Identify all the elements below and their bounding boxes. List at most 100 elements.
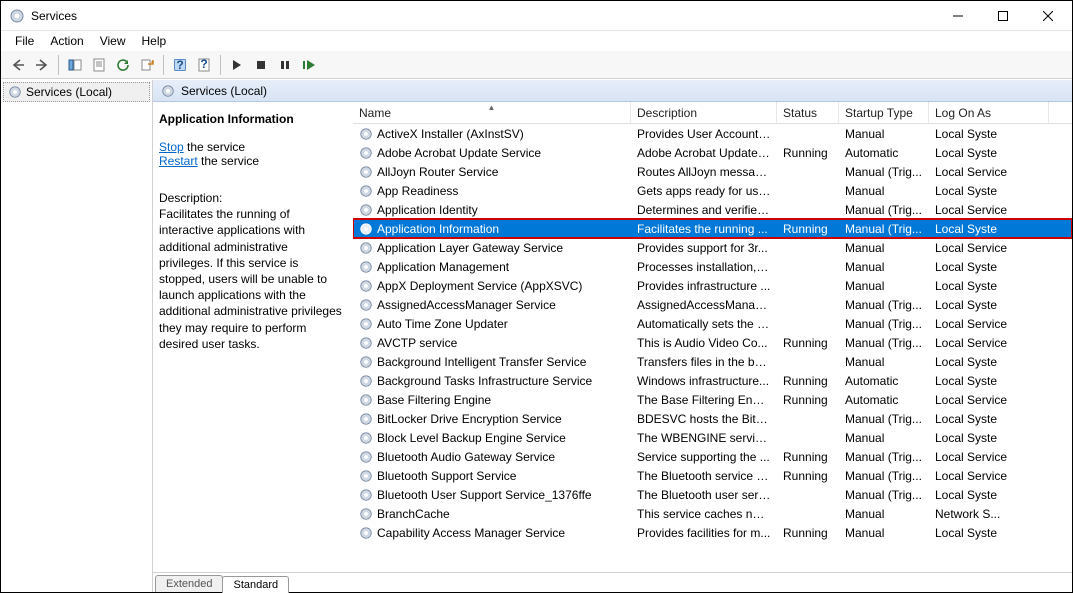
cell-description: Processes installation, r... bbox=[631, 260, 777, 274]
table-row[interactable]: Adobe Acrobat Update ServiceAdobe Acroba… bbox=[353, 143, 1072, 162]
column-header-status[interactable]: Status bbox=[777, 102, 839, 123]
cell-status: Running bbox=[777, 469, 839, 483]
tab-standard[interactable]: Standard bbox=[222, 576, 289, 593]
properties-button[interactable] bbox=[88, 54, 110, 76]
cell-startup-type: Manual (Trig... bbox=[839, 165, 929, 179]
pause-service-button[interactable] bbox=[274, 54, 296, 76]
table-row[interactable]: Bluetooth Audio Gateway ServiceService s… bbox=[353, 447, 1072, 466]
restart-service-link[interactable]: Restart bbox=[159, 154, 198, 168]
service-icon bbox=[359, 222, 373, 236]
svg-text:?: ? bbox=[200, 58, 207, 71]
table-row[interactable]: BranchCacheThis service caches net...Man… bbox=[353, 504, 1072, 523]
table-row[interactable]: Background Intelligent Transfer ServiceT… bbox=[353, 352, 1072, 371]
cell-startup-type: Manual bbox=[839, 279, 929, 293]
cell-startup-type: Manual (Trig... bbox=[839, 203, 929, 217]
stop-service-link[interactable]: Stop bbox=[159, 140, 184, 154]
table-row[interactable]: Bluetooth User Support Service_1376ffeTh… bbox=[353, 485, 1072, 504]
maximize-button[interactable] bbox=[980, 1, 1025, 30]
table-row[interactable]: BitLocker Drive Encryption ServiceBDESVC… bbox=[353, 409, 1072, 428]
description-label: Description: bbox=[159, 190, 343, 206]
table-row[interactable]: Application ManagementProcesses installa… bbox=[353, 257, 1072, 276]
cell-log-on-as: Local Syste bbox=[929, 431, 1049, 445]
table-row[interactable]: AVCTP serviceThis is Audio Video Co...Ru… bbox=[353, 333, 1072, 352]
cell-status: Running bbox=[777, 336, 839, 350]
table-row[interactable]: App ReadinessGets apps ready for use ...… bbox=[353, 181, 1072, 200]
column-header-log-on-as[interactable]: Log On As bbox=[929, 102, 1049, 123]
cell-name: Background Intelligent Transfer Service bbox=[353, 355, 631, 369]
start-service-button[interactable] bbox=[226, 54, 248, 76]
service-icon bbox=[359, 127, 373, 141]
table-row[interactable]: Base Filtering EngineThe Base Filtering … bbox=[353, 390, 1072, 409]
cell-startup-type: Manual bbox=[839, 127, 929, 141]
cell-status: Running bbox=[777, 374, 839, 388]
cell-name: AVCTP service bbox=[353, 336, 631, 350]
cell-log-on-as: Local Syste bbox=[929, 146, 1049, 160]
cell-description: Adobe Acrobat Updater... bbox=[631, 146, 777, 160]
service-icon bbox=[359, 450, 373, 464]
restart-service-button[interactable] bbox=[298, 54, 320, 76]
show-hide-tree-button[interactable] bbox=[64, 54, 86, 76]
services-header-icon bbox=[161, 84, 175, 98]
table-row[interactable]: Background Tasks Infrastructure ServiceW… bbox=[353, 371, 1072, 390]
column-header-description[interactable]: Description bbox=[631, 102, 777, 123]
cell-description: Provides infrastructure ... bbox=[631, 279, 777, 293]
cell-name: AssignedAccessManager Service bbox=[353, 298, 631, 312]
menu-file[interactable]: File bbox=[7, 32, 42, 50]
cell-name: ActiveX Installer (AxInstSV) bbox=[353, 127, 631, 141]
cell-name: Base Filtering Engine bbox=[353, 393, 631, 407]
service-icon bbox=[359, 317, 373, 331]
cell-description: Service supporting the ... bbox=[631, 450, 777, 464]
help-topics-button[interactable]: ? bbox=[193, 54, 215, 76]
table-row[interactable]: AppX Deployment Service (AppXSVC)Provide… bbox=[353, 276, 1072, 295]
table-row[interactable]: Application InformationFacilitates the r… bbox=[353, 219, 1072, 238]
detail-title: Application Information bbox=[159, 112, 343, 126]
cell-log-on-as: Local Syste bbox=[929, 279, 1049, 293]
cell-startup-type: Manual (Trig... bbox=[839, 450, 929, 464]
close-button[interactable] bbox=[1025, 1, 1070, 30]
service-icon bbox=[359, 184, 373, 198]
tree-node-label: Services (Local) bbox=[26, 85, 112, 99]
service-icon bbox=[359, 355, 373, 369]
service-icon bbox=[359, 469, 373, 483]
export-list-button[interactable] bbox=[136, 54, 158, 76]
table-row[interactable]: Application Layer Gateway ServiceProvide… bbox=[353, 238, 1072, 257]
cell-name: Auto Time Zone Updater bbox=[353, 317, 631, 331]
back-button[interactable] bbox=[7, 54, 29, 76]
tab-extended[interactable]: Extended bbox=[155, 575, 223, 592]
table-row[interactable]: AllJoyn Router ServiceRoutes AllJoyn mes… bbox=[353, 162, 1072, 181]
refresh-button[interactable] bbox=[112, 54, 134, 76]
cell-name: Application Management bbox=[353, 260, 631, 274]
menu-action[interactable]: Action bbox=[42, 32, 91, 50]
cell-description: Automatically sets the s... bbox=[631, 317, 777, 331]
cell-status: Running bbox=[777, 146, 839, 160]
column-header-name[interactable]: Name▲ bbox=[353, 102, 631, 123]
table-row[interactable]: Application IdentityDetermines and verif… bbox=[353, 200, 1072, 219]
tree-node-services-local[interactable]: Services (Local) bbox=[3, 82, 150, 102]
minimize-button[interactable] bbox=[935, 1, 980, 30]
table-row[interactable]: ActiveX Installer (AxInstSV)Provides Use… bbox=[353, 124, 1072, 143]
cell-description: BDESVC hosts the BitLo... bbox=[631, 412, 777, 426]
service-rows[interactable]: ActiveX Installer (AxInstSV)Provides Use… bbox=[353, 124, 1072, 572]
service-icon bbox=[359, 526, 373, 540]
column-headers: Name▲ Description Status Startup Type Lo… bbox=[353, 102, 1072, 124]
cell-log-on-as: Local Syste bbox=[929, 127, 1049, 141]
help-button[interactable]: ? bbox=[169, 54, 191, 76]
table-row[interactable]: Block Level Backup Engine ServiceThe WBE… bbox=[353, 428, 1072, 447]
stop-service-button[interactable] bbox=[250, 54, 272, 76]
menu-view[interactable]: View bbox=[92, 32, 134, 50]
table-row[interactable]: Bluetooth Support ServiceThe Bluetooth s… bbox=[353, 466, 1072, 485]
cell-startup-type: Automatic bbox=[839, 146, 929, 160]
cell-name: Application Identity bbox=[353, 203, 631, 217]
cell-name: Application Information bbox=[353, 222, 631, 236]
table-row[interactable]: AssignedAccessManager ServiceAssignedAcc… bbox=[353, 295, 1072, 314]
table-row[interactable]: Auto Time Zone UpdaterAutomatically sets… bbox=[353, 314, 1072, 333]
forward-button[interactable] bbox=[31, 54, 53, 76]
restart-service-link-row: Restart the service bbox=[159, 154, 343, 168]
cell-log-on-as: Local Syste bbox=[929, 184, 1049, 198]
cell-startup-type: Manual bbox=[839, 241, 929, 255]
column-header-startup-type[interactable]: Startup Type bbox=[839, 102, 929, 123]
menu-help[interactable]: Help bbox=[134, 32, 175, 50]
content-pane: Services (Local) Application Information… bbox=[153, 80, 1072, 592]
cell-log-on-as: Local Service bbox=[929, 241, 1049, 255]
table-row[interactable]: Capability Access Manager ServiceProvide… bbox=[353, 523, 1072, 542]
